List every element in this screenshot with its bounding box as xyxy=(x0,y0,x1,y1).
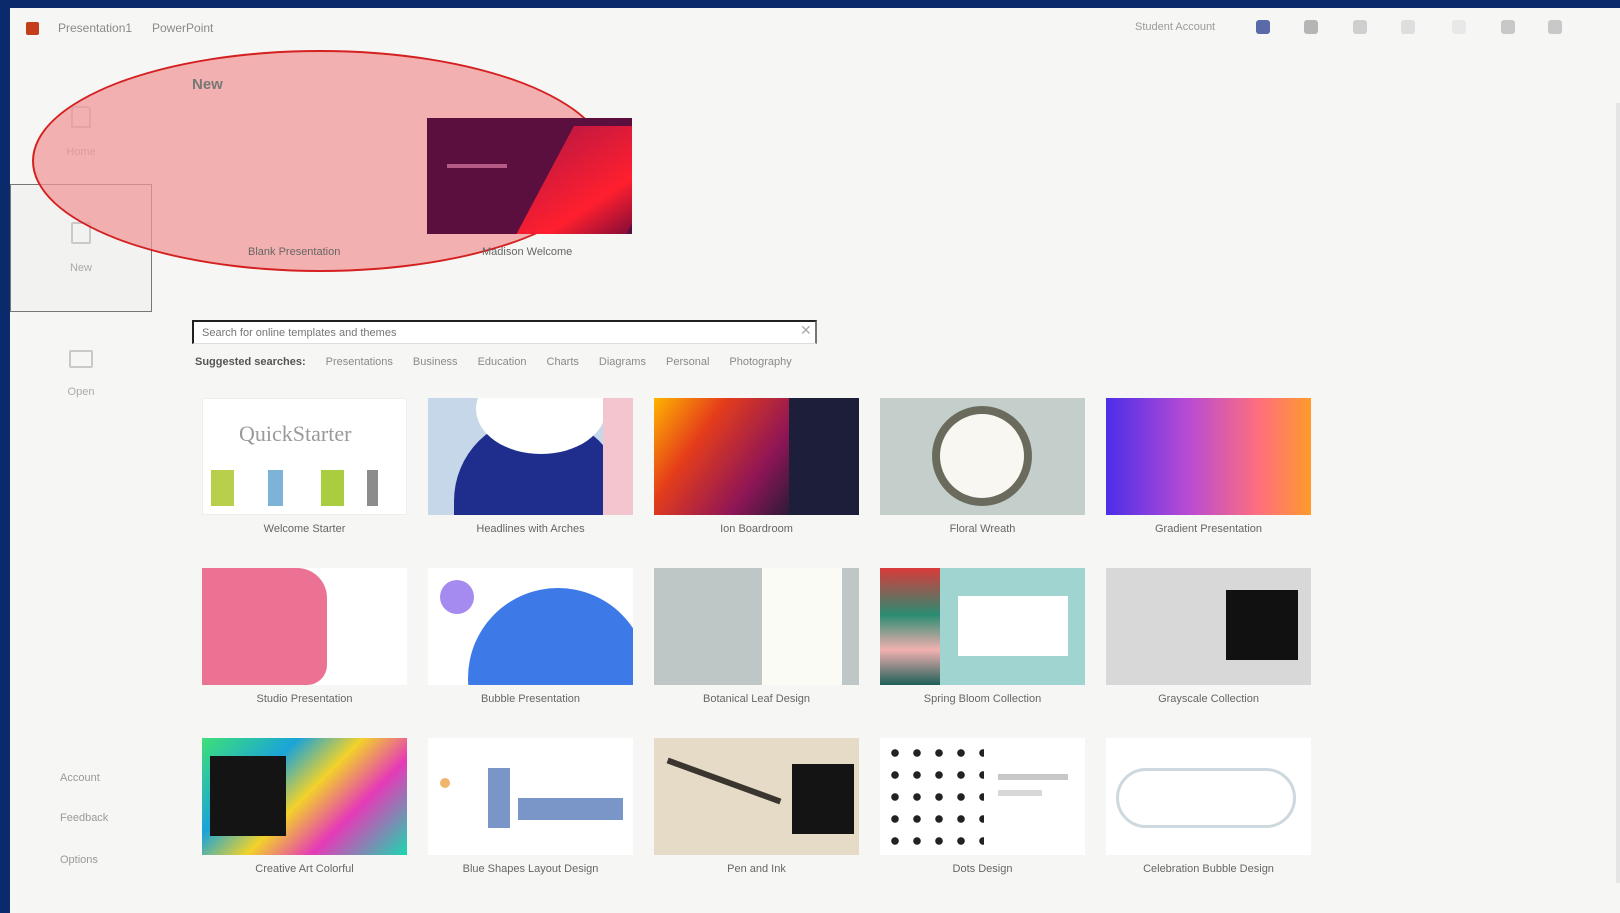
nav-item-label: Open xyxy=(67,386,95,398)
help-icon[interactable] xyxy=(1401,20,1415,34)
thumbnail-graphic xyxy=(202,568,327,685)
template-thumbnail[interactable] xyxy=(880,738,1085,855)
template-label: Gradient Presentation xyxy=(1154,523,1262,535)
template-label: Floral Wreath xyxy=(949,523,1016,535)
open-folder-icon xyxy=(69,350,93,368)
madison-theme-card[interactable] xyxy=(427,118,632,234)
tab-presentations[interactable]: Presentations xyxy=(326,356,393,368)
thumbnail-graphic xyxy=(211,470,401,506)
home-icon xyxy=(71,106,91,128)
thumbnail-graphic xyxy=(1116,768,1296,828)
thumbnail-graphic xyxy=(958,596,1068,656)
tab-education[interactable]: Education xyxy=(478,356,527,368)
madison-theme-label: Madison Welcome xyxy=(482,246,573,258)
nav-item-label: New xyxy=(69,262,92,274)
thumbnail-graphic xyxy=(998,774,1068,780)
diamond-icon[interactable] xyxy=(1304,20,1318,34)
close-window-icon[interactable] xyxy=(1548,20,1562,34)
template-thumbnail[interactable] xyxy=(654,398,859,515)
thumbnail-graphic xyxy=(603,398,633,515)
settings-icon[interactable] xyxy=(1353,20,1367,34)
template-thumbnail[interactable] xyxy=(880,398,1085,515)
thumbnail-graphic xyxy=(998,790,1042,796)
template-thumbnail[interactable] xyxy=(654,568,859,685)
template-label: Celebration Bubble Design xyxy=(1143,863,1274,875)
thumbnail-graphic xyxy=(440,778,450,788)
thumbnail-graphic xyxy=(488,768,510,828)
vertical-scrollbar[interactable] xyxy=(1616,103,1620,883)
template-label: Grayscale Collection xyxy=(1158,693,1259,705)
new-file-icon xyxy=(71,222,91,244)
template-label: Bubble Presentation xyxy=(480,693,581,705)
tab-diagrams[interactable]: Diagrams xyxy=(599,356,646,368)
thumbnail-graphic xyxy=(1226,590,1298,660)
thumbnail-graphic xyxy=(666,757,782,805)
thumbnail-graphic xyxy=(518,798,623,820)
template-thumbnail[interactable] xyxy=(202,568,407,685)
thumbnail-graphic xyxy=(210,756,286,836)
template-thumbnail[interactable] xyxy=(428,398,633,515)
close-icon[interactable]: ✕ xyxy=(800,322,812,339)
thumbnail-graphic xyxy=(468,588,633,685)
nav-item-open[interactable]: Open xyxy=(10,310,152,438)
powerpoint-logo-icon xyxy=(26,22,39,35)
template-thumbnail[interactable] xyxy=(428,568,633,685)
maximize-icon[interactable] xyxy=(1501,20,1515,34)
backstage-nav: Home New Open Account Feedback Options xyxy=(10,48,160,913)
nav-item-new[interactable]: New xyxy=(10,184,152,312)
template-thumbnail[interactable] xyxy=(1106,398,1311,515)
template-label: Ion Boardroom xyxy=(720,523,793,535)
nav-account[interactable]: Account xyxy=(60,772,100,784)
thumbnail-title: QuickStarter xyxy=(239,421,352,446)
document-title: Presentation1 xyxy=(58,21,133,35)
thumbnail-graphic xyxy=(884,742,984,852)
tab-photography[interactable]: Photography xyxy=(729,356,791,368)
theme-title-placeholder xyxy=(447,164,507,168)
avatar-icon[interactable] xyxy=(1256,20,1270,34)
thumbnail-graphic xyxy=(792,764,854,834)
thumbnail-graphic xyxy=(789,398,859,515)
template-label: Dots Design xyxy=(952,863,1013,875)
tab-suggested: Suggested searches: xyxy=(195,356,306,368)
template-search-input[interactable] xyxy=(192,320,817,344)
template-thumbnail[interactable] xyxy=(1106,738,1311,855)
template-thumbnail[interactable]: QuickStarter xyxy=(202,398,407,515)
template-label: Studio Presentation xyxy=(256,693,353,705)
template-label: Botanical Leaf Design xyxy=(702,693,810,705)
minimize-icon[interactable] xyxy=(1452,20,1466,34)
tab-business[interactable]: Business xyxy=(413,356,458,368)
nav-item-home[interactable]: Home xyxy=(10,68,152,196)
template-label: Welcome Starter xyxy=(263,523,346,535)
app-window: Presentation1 PowerPoint Student Account… xyxy=(10,8,1620,913)
section-title-new: New xyxy=(192,76,223,93)
template-thumbnail[interactable] xyxy=(654,738,859,855)
template-thumbnail[interactable] xyxy=(880,568,1085,685)
nav-feedback[interactable]: Feedback xyxy=(60,812,108,824)
template-label: Headlines with Arches xyxy=(476,523,585,535)
template-grid: QuickStarter Welcome Starter Headlines w… xyxy=(202,398,1322,913)
tab-personal[interactable]: Personal xyxy=(666,356,709,368)
blank-presentation-label: Blank Presentation xyxy=(248,246,341,258)
template-thumbnail[interactable] xyxy=(428,738,633,855)
thumbnail-graphic xyxy=(440,580,474,614)
template-thumbnail[interactable] xyxy=(202,738,407,855)
nav-options[interactable]: Options xyxy=(60,854,98,866)
template-label: Creative Art Colorful xyxy=(255,863,354,875)
thumbnail-graphic xyxy=(932,406,1032,506)
template-label: Blue Shapes Layout Design xyxy=(462,863,599,875)
template-thumbnail[interactable] xyxy=(1106,568,1311,685)
thumbnail-graphic xyxy=(880,568,940,685)
account-name[interactable]: Student Account xyxy=(1135,21,1215,33)
template-label: Pen and Ink xyxy=(727,863,786,875)
tab-charts[interactable]: Charts xyxy=(547,356,579,368)
suggested-search-tabs: Suggested searches: Presentations Busine… xyxy=(195,356,792,368)
nav-item-label: Home xyxy=(66,146,96,158)
app-name: PowerPoint xyxy=(152,21,214,35)
title-bar: Presentation1 PowerPoint Student Account xyxy=(10,8,1620,48)
blank-presentation-card[interactable] xyxy=(200,118,405,234)
template-label: Spring Bloom Collection xyxy=(923,693,1042,705)
thumbnail-graphic xyxy=(762,568,842,685)
